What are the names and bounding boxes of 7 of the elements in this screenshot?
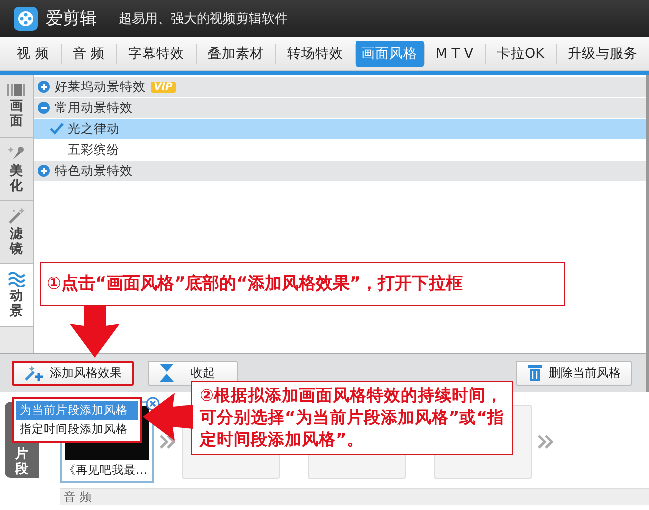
app-name: 爱剪辑 bbox=[46, 8, 97, 30]
app-slogan: 超易用、强大的视频剪辑软件 bbox=[119, 10, 288, 28]
clip-caption: 《再见吧我最… bbox=[63, 463, 148, 478]
callout: ②根据拟添加画面风格特效的持续时间，可分别选择“为当前片段添加风格”或“指定时间段添加风格”。 bbox=[191, 381, 513, 455]
callout: ①点击“画面风格”底部的“添加风格效果”，打开下拉框 bbox=[40, 262, 565, 306]
vip-badge: VIP bbox=[151, 82, 176, 92]
audio-track-label: 音 频 bbox=[64, 490, 92, 504]
